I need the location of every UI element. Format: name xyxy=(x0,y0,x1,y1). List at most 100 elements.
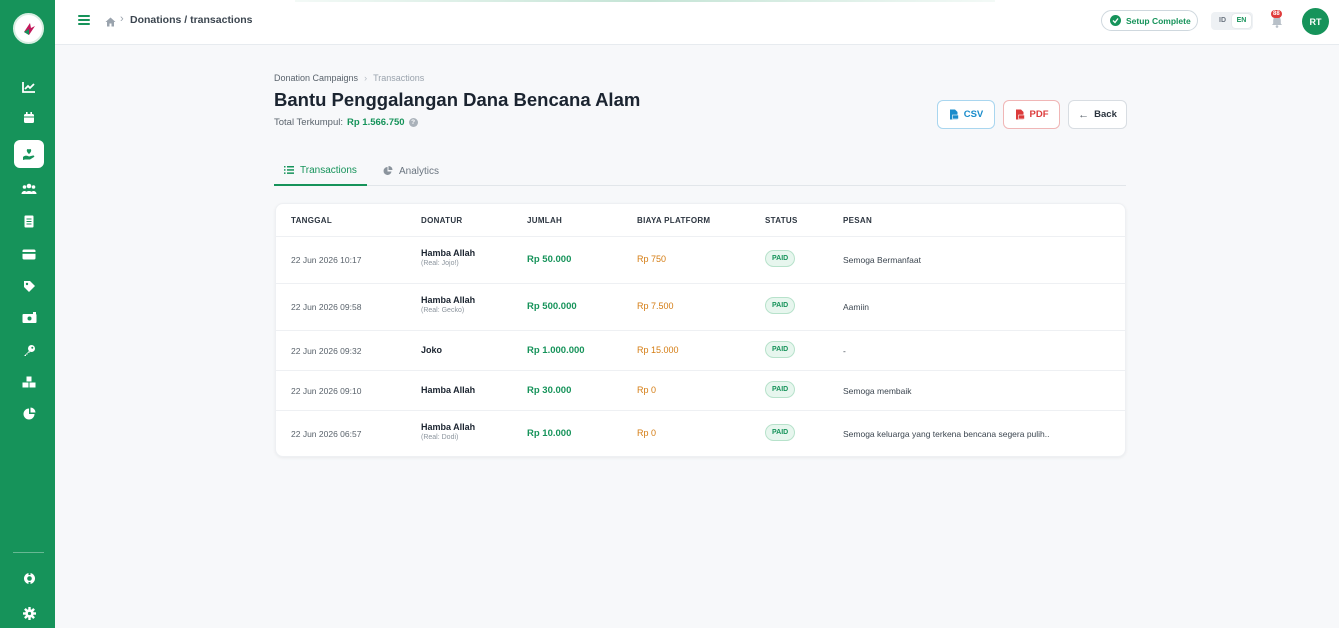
credit-card-icon xyxy=(22,249,36,259)
table-row[interactable]: 22 Jun 2026 09:10 Hamba Allah Rp 30.000 … xyxy=(276,371,1125,411)
row-donor: Joko xyxy=(421,345,442,355)
row-fee: Rp 15.000 xyxy=(637,345,679,355)
sidebar-item-finance[interactable] xyxy=(14,304,44,332)
back-label: Back xyxy=(1094,109,1117,120)
total-label: Total Terkumpul: xyxy=(274,117,343,128)
check-circle-icon xyxy=(1110,15,1121,26)
sidebar-item-users[interactable] xyxy=(14,175,44,203)
money-icon xyxy=(22,312,36,323)
sidebar-item-dashboard[interactable] xyxy=(14,73,44,101)
app-logo[interactable] xyxy=(13,13,44,44)
table-row[interactable]: 22 Jun 2026 10:17 Hamba Allah (Real: Joj… xyxy=(276,237,1125,284)
sidebar-item-access[interactable] xyxy=(14,336,44,364)
table-header: TANGGAL DONATUR JUMLAH BIAYA PLATFORM ST… xyxy=(276,204,1125,237)
donor-name: Hamba Allah xyxy=(421,385,476,395)
row-message: Semoga keluarga yang terkena bencana seg… xyxy=(843,429,1050,439)
document-icon xyxy=(24,215,34,227)
col-header-message: PESAN xyxy=(843,216,873,225)
hand-heart-icon xyxy=(23,148,35,160)
tag-icon xyxy=(23,280,35,292)
notification-badge: 88 xyxy=(1271,10,1282,18)
donor-real-name: (Real: Jojo!) xyxy=(421,260,459,267)
sidebar xyxy=(0,0,55,628)
file-pdf-icon xyxy=(1015,109,1025,120)
arrow-left-icon: ← xyxy=(1078,108,1090,121)
sidebar-item-donations[interactable] xyxy=(14,140,44,168)
col-header-amount: JUMLAH xyxy=(527,216,563,225)
donor-real-name: (Real: Gecko) xyxy=(421,307,465,314)
total-amount: Rp 1.566.750 xyxy=(347,117,405,128)
setup-status-label: Setup Complete xyxy=(1126,15,1191,26)
col-header-platform-fee: BIAYA PLATFORM xyxy=(637,216,711,225)
users-icon xyxy=(21,183,37,194)
settings-icon xyxy=(22,606,36,620)
chart-line-icon xyxy=(22,82,35,93)
row-donor: Hamba Allah (Real: Gecko) xyxy=(421,295,475,314)
row-amount: Rp 50.000 xyxy=(527,254,572,265)
donor-name: Joko xyxy=(421,345,443,355)
row-fee: Rp 0 xyxy=(637,428,657,438)
setup-status-button[interactable]: Setup Complete xyxy=(1101,10,1198,31)
transactions-table: TANGGAL DONATUR JUMLAH BIAYA PLATFORM ST… xyxy=(275,203,1126,457)
notifications-button[interactable]: 88 xyxy=(1269,10,1287,30)
donor-name: Hamba Allah xyxy=(421,422,476,432)
sidebar-item-products[interactable] xyxy=(14,368,44,396)
row-donor: Hamba Allah xyxy=(421,385,475,395)
menu-toggle-button[interactable] xyxy=(78,13,92,27)
lang-option-en[interactable]: EN xyxy=(1232,14,1251,28)
sidebar-item-analytics[interactable] xyxy=(14,399,44,427)
page-title: Bantu Penggalangan Dana Bencana Alam xyxy=(274,89,641,110)
sidebar-item-payments[interactable] xyxy=(14,240,44,268)
home-icon[interactable] xyxy=(105,14,116,32)
tab-analytics-label: Analytics xyxy=(399,165,440,177)
export-pdf-button[interactable]: PDF xyxy=(1003,100,1060,129)
sidebar-divider xyxy=(13,552,44,553)
row-message: - xyxy=(843,346,846,356)
tab-transactions[interactable]: Transactions xyxy=(274,156,367,186)
tabs: Transactions Analytics xyxy=(274,156,1126,186)
row-date: 22 Jun 2026 09:58 xyxy=(291,302,362,312)
topbar-breadcrumb: Donations / transactions xyxy=(130,14,253,26)
boxes-icon xyxy=(22,376,36,388)
export-pdf-label: PDF xyxy=(1029,109,1049,120)
row-fee: Rp 750 xyxy=(637,254,667,264)
col-header-donor: DONATUR xyxy=(421,216,463,225)
table-row[interactable]: 22 Jun 2026 09:32 Joko Rp 1.000.000 Rp 1… xyxy=(276,331,1125,371)
status-badge: PAID xyxy=(765,424,796,441)
logo-icon xyxy=(23,22,35,35)
row-date: 22 Jun 2026 10:17 xyxy=(291,255,362,265)
col-header-status: STATUS xyxy=(765,216,798,225)
status-badge: PAID xyxy=(765,381,796,398)
row-amount: Rp 10.000 xyxy=(527,428,572,439)
back-button[interactable]: ← Back xyxy=(1068,100,1127,129)
user-avatar[interactable]: RT xyxy=(1302,8,1329,35)
calendar-icon xyxy=(24,112,34,123)
row-message: Semoga Bermanfaat xyxy=(843,255,921,265)
row-date: 22 Jun 2026 06:57 xyxy=(291,429,362,439)
export-csv-button[interactable]: CSV xyxy=(937,100,995,129)
key-icon xyxy=(23,344,35,356)
info-icon[interactable]: ? xyxy=(408,118,418,127)
breadcrumb: Donation Campaigns › Transactions xyxy=(274,73,424,83)
donor-name: Hamba Allah xyxy=(421,248,476,258)
sidebar-item-vouchers[interactable] xyxy=(14,272,44,300)
sidebar-item-reports[interactable] xyxy=(14,207,44,235)
sidebar-item-events[interactable] xyxy=(14,104,44,132)
status-badge: PAID xyxy=(765,250,796,267)
donor-real-name: (Real: Dodi) xyxy=(421,434,459,441)
tab-analytics[interactable]: Analytics xyxy=(373,156,449,186)
chevron-right-icon: › xyxy=(364,73,368,83)
row-amount: Rp 500.000 xyxy=(527,301,577,312)
language-switcher[interactable]: ID EN xyxy=(1211,12,1253,30)
support-icon xyxy=(23,571,35,585)
sidebar-item-settings[interactable] xyxy=(14,599,44,627)
table-row[interactable]: 22 Jun 2026 06:57 Hamba Allah (Real: Dod… xyxy=(276,411,1125,457)
sidebar-item-support[interactable] xyxy=(14,564,44,592)
pie-chart-icon xyxy=(23,407,35,419)
breadcrumb-parent-link[interactable]: Donation Campaigns xyxy=(274,73,358,83)
row-amount: Rp 1.000.000 xyxy=(527,345,585,356)
row-date: 22 Jun 2026 09:32 xyxy=(291,346,362,356)
file-csv-icon xyxy=(949,109,959,120)
table-row[interactable]: 22 Jun 2026 09:58 Hamba Allah (Real: Gec… xyxy=(276,284,1125,331)
lang-option-id[interactable]: ID xyxy=(1213,14,1232,28)
